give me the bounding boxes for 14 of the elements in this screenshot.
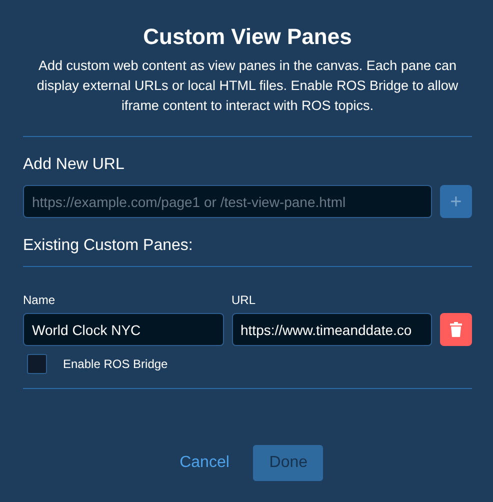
dialog-title: Custom View Panes	[142, 24, 353, 50]
delete-button[interactable]	[440, 313, 472, 346]
section-label: Existing Custom Panes:	[23, 236, 194, 256]
url-input-field[interactable]: https://example.com/page1 or /test-view-pane.html	[23, 185, 432, 218]
field-label: URL	[232, 292, 257, 310]
name-input-field[interactable]: World Clock NYC	[23, 313, 224, 346]
section-label: Add New URL	[23, 155, 126, 176]
checkbox[interactable]	[27, 354, 47, 374]
trash-icon	[450, 322, 462, 338]
checkbox-label: Enable ROS Bridge	[63, 356, 168, 374]
field-label: Name	[23, 292, 56, 310]
cancel-button[interactable]: Cancel	[172, 445, 238, 482]
description-text: Add custom web content as view panes in the canvas. Each pane can display external URLs or local HTML files. Enable ROS Bridge to allow iframe content to interact with ROS topics.	[36, 57, 460, 116]
url-input-field[interactable]: https://www.timeanddate.co	[232, 313, 432, 346]
